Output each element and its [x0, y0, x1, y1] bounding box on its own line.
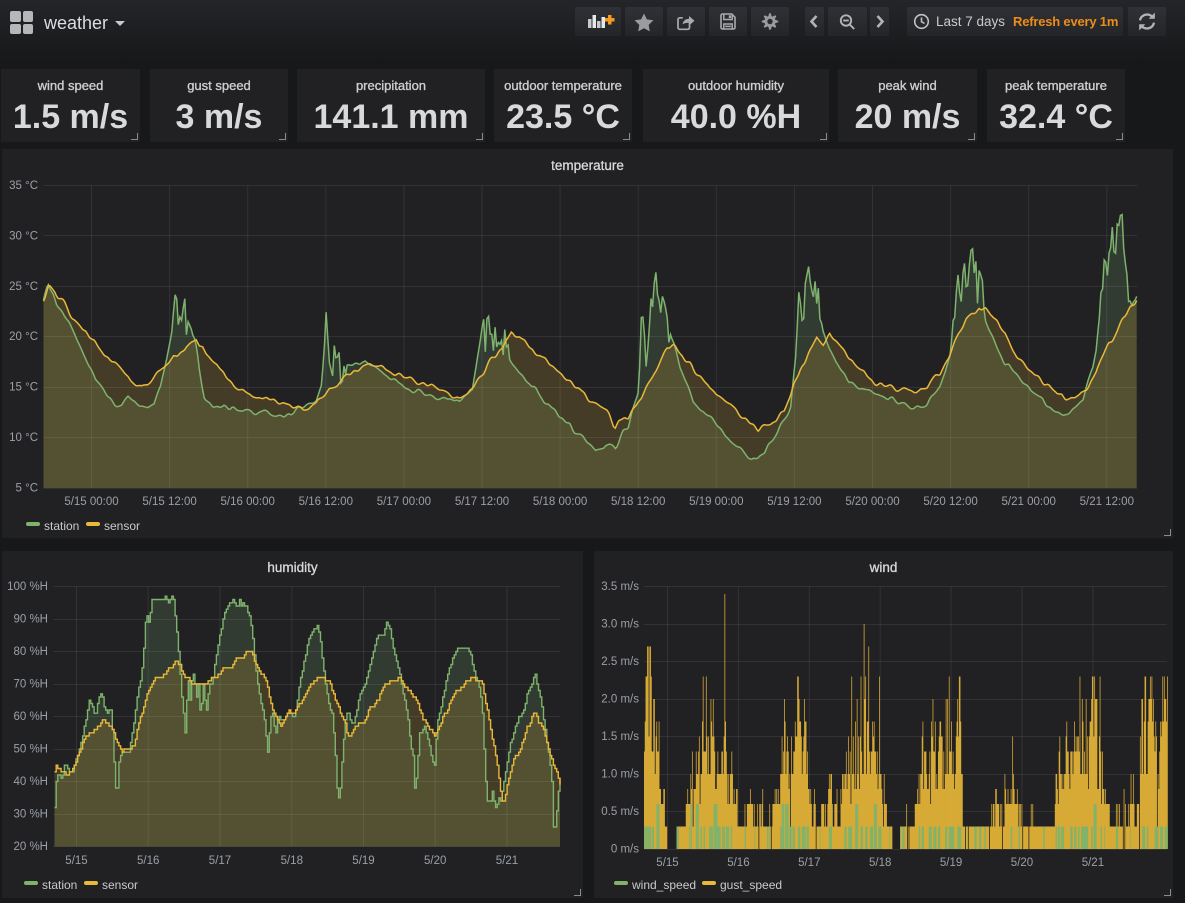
svg-text:5/20 00:00: 5/20 00:00 [845, 496, 899, 508]
svg-text:100 %H: 100 %H [7, 581, 48, 593]
svg-text:90 %H: 90 %H [13, 614, 48, 626]
svg-text:2.0 m/s: 2.0 m/s [601, 694, 639, 706]
svg-text:50 %H: 50 %H [13, 744, 48, 756]
svg-text:5/21: 5/21 [496, 855, 518, 867]
svg-text:5/17: 5/17 [209, 855, 231, 867]
svg-text:5/18: 5/18 [281, 855, 303, 867]
svg-text:60 %H: 60 %H [13, 711, 48, 723]
svg-text:5/21: 5/21 [1082, 857, 1104, 869]
svg-text:5/15: 5/15 [656, 857, 678, 869]
svg-text:5/16 12:00: 5/16 12:00 [299, 496, 353, 508]
svg-text:5/20: 5/20 [1011, 857, 1033, 869]
svg-text:0.5 m/s: 0.5 m/s [601, 806, 639, 818]
svg-text:5/20: 5/20 [424, 855, 446, 867]
svg-text:5/21 00:00: 5/21 00:00 [1002, 496, 1056, 508]
svg-text:1.5 m/s: 1.5 m/s [601, 731, 639, 743]
svg-text:35 °C: 35 °C [9, 180, 38, 192]
svg-text:5/15 00:00: 5/15 00:00 [64, 496, 118, 508]
svg-text:5/19 00:00: 5/19 00:00 [689, 496, 743, 508]
svg-text:3.5 m/s: 3.5 m/s [601, 581, 639, 593]
svg-text:5/17 00:00: 5/17 00:00 [377, 496, 431, 508]
svg-text:station: station [42, 878, 77, 892]
svg-text:80 %H: 80 %H [13, 646, 48, 658]
svg-text:20 %H: 20 %H [13, 841, 48, 853]
svg-text:70 %H: 70 %H [13, 679, 48, 691]
svg-text:5/18 00:00: 5/18 00:00 [533, 496, 587, 508]
svg-text:0 m/s: 0 m/s [611, 844, 639, 856]
svg-text:5/20 12:00: 5/20 12:00 [923, 496, 977, 508]
svg-text:5/21 12:00: 5/21 12:00 [1080, 496, 1134, 508]
svg-text:5/19: 5/19 [940, 857, 962, 869]
svg-text:15 °C: 15 °C [9, 382, 38, 394]
svg-text:5/18 12:00: 5/18 12:00 [611, 496, 665, 508]
svg-text:3.0 m/s: 3.0 m/s [601, 619, 639, 631]
svg-text:20 °C: 20 °C [9, 331, 38, 343]
svg-text:sensor: sensor [102, 878, 138, 892]
svg-text:5/19 12:00: 5/19 12:00 [767, 496, 821, 508]
svg-text:5/15 12:00: 5/15 12:00 [142, 496, 196, 508]
svg-text:5/19: 5/19 [352, 855, 374, 867]
svg-text:5/18: 5/18 [869, 857, 891, 869]
svg-text:1.0 m/s: 1.0 m/s [601, 769, 639, 781]
svg-text:40 %H: 40 %H [13, 776, 48, 788]
svg-text:10 °C: 10 °C [9, 432, 38, 444]
svg-text:5/17: 5/17 [798, 857, 820, 869]
svg-text:wind_speed: wind_speed [631, 878, 696, 892]
svg-text:5/16 00:00: 5/16 00:00 [221, 496, 275, 508]
svg-text:station: station [44, 519, 79, 533]
svg-text:2.5 m/s: 2.5 m/s [601, 656, 639, 668]
svg-text:5/16: 5/16 [727, 857, 749, 869]
svg-text:sensor: sensor [104, 519, 140, 533]
svg-text:5/15: 5/15 [65, 855, 87, 867]
svg-text:30 °C: 30 °C [9, 230, 38, 242]
svg-text:30 %H: 30 %H [13, 809, 48, 821]
svg-text:5/16: 5/16 [137, 855, 159, 867]
svg-text:5/17 12:00: 5/17 12:00 [455, 496, 509, 508]
svg-text:5 °C: 5 °C [16, 483, 39, 495]
svg-text:25 °C: 25 °C [9, 281, 38, 293]
svg-text:gust_speed: gust_speed [720, 878, 782, 892]
